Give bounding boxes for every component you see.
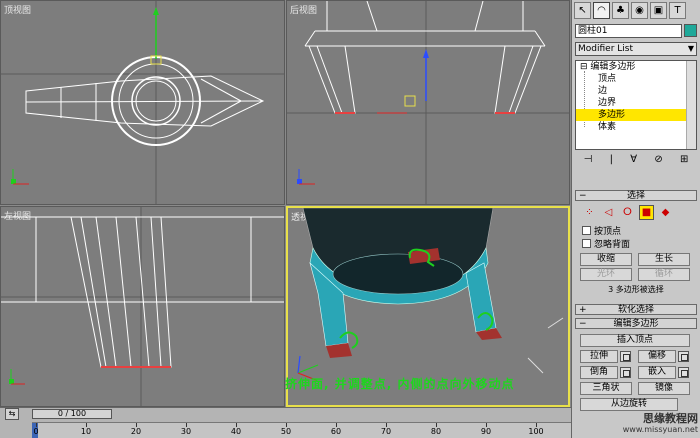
timeline-tick-label: 50: [280, 427, 292, 436]
soft-selection-rollout-header[interactable]: + 软化选择: [575, 304, 697, 315]
timeline-tick-label: 0: [33, 427, 39, 436]
modifier-list-dropdown[interactable]: Modifier List ▼: [575, 42, 697, 56]
viewport-back[interactable]: 后视图: [286, 0, 570, 205]
viewport-left[interactable]: 左视图: [0, 206, 285, 407]
element-mode-icon[interactable]: ◆: [658, 205, 673, 220]
timeline-tick-label: 80: [430, 427, 442, 436]
pin-stack-icon[interactable]: ⊣: [584, 154, 593, 170]
timeline-tick-label: 100: [528, 427, 544, 436]
shrink-button[interactable]: 收缩: [580, 253, 632, 266]
chevron-down-icon: ▼: [687, 44, 694, 53]
stack-item-edge[interactable]: 边: [576, 85, 696, 97]
outline-button[interactable]: 偏移: [638, 350, 676, 363]
left-wireframe: [1, 207, 284, 406]
extrude-button[interactable]: 拉伸: [580, 350, 618, 363]
by-vertex-checkbox[interactable]: 按顶点: [582, 224, 621, 237]
configure-sets-icon[interactable]: ⊞: [680, 154, 688, 170]
remove-modifier-icon[interactable]: ⊘: [654, 154, 662, 170]
selection-rollout-header[interactable]: − 选择: [575, 190, 697, 201]
grow-button[interactable]: 生长: [638, 253, 690, 266]
viewport-top[interactable]: 顶视图: [0, 0, 285, 205]
border-mode-icon[interactable]: ⵔ: [620, 205, 635, 220]
timeline-tick-label: 60: [330, 427, 342, 436]
command-panel: ↖ ◠ ♣ ◉ ▣ T 圆柱01 Modifier List ▼ ⊟ 编辑多边形…: [571, 0, 700, 438]
edit-polygons-rollout-header[interactable]: − 编辑多边形: [575, 318, 697, 329]
stack-item-polygon[interactable]: 多边形: [576, 109, 696, 121]
triangulate-button[interactable]: 三角状: [580, 382, 632, 395]
front-wireframe: [287, 1, 569, 204]
timeline-tick-label: 70: [380, 427, 392, 436]
timeline-bar: ⇆ 0 / 100 0 10 20 30 40 50 60 70 80 90 100: [0, 407, 571, 438]
timeline-tick-label: 40: [230, 427, 242, 436]
insert-vertex-button[interactable]: 插入顶点: [580, 334, 690, 347]
hinge-from-edge-button[interactable]: 从边旋转: [580, 398, 678, 411]
track-bar[interactable]: 0 10 20 30 40 50 60 70 80 90 100: [32, 422, 571, 438]
hierarchy-tab-icon[interactable]: ♣: [612, 2, 629, 19]
vertex-mode-icon[interactable]: ⁘: [582, 205, 597, 220]
stack-item-edit-poly[interactable]: ⊟ 编辑多边形: [576, 61, 696, 73]
display-tab-icon[interactable]: ▣: [650, 2, 667, 19]
stack-item-vertex[interactable]: 顶点: [576, 73, 696, 85]
timeline-tick-label: 10: [80, 427, 92, 436]
make-unique-icon[interactable]: ∀: [630, 154, 637, 170]
watermark: 思缘教程网 www.missyuan.net: [623, 413, 698, 435]
subobject-icons: ⁘ ◁ ⵔ ■ ◆: [582, 205, 673, 220]
create-tab-icon[interactable]: ↖: [574, 2, 591, 19]
inset-button[interactable]: 嵌入: [638, 366, 676, 379]
flip-button[interactable]: 镜像: [638, 382, 690, 395]
outline-settings-button[interactable]: [678, 351, 689, 362]
bevel-settings-button[interactable]: [620, 367, 631, 378]
loop-button[interactable]: 循环: [638, 268, 690, 281]
selection-status: 3 多边形被选择: [608, 285, 664, 294]
polygon-mode-icon[interactable]: ■: [639, 205, 654, 220]
motion-tab-icon[interactable]: ◉: [631, 2, 648, 19]
time-config-icon[interactable]: ⇆: [5, 408, 19, 420]
top-wireframe: [1, 1, 284, 204]
command-tabs: ↖ ◠ ♣ ◉ ▣ T: [572, 0, 700, 22]
watermark-url: www.missyuan.net: [622, 425, 698, 434]
show-end-result-icon[interactable]: |: [610, 154, 613, 170]
extrude-settings-button[interactable]: [620, 351, 631, 362]
modify-tab-icon[interactable]: ◠: [593, 2, 610, 19]
stack-toolbar: ⊣ | ∀ ⊘ ⊞: [575, 154, 697, 170]
edge-mode-icon[interactable]: ◁: [601, 205, 616, 220]
stack-item-element[interactable]: 体素: [576, 121, 696, 133]
object-color-swatch[interactable]: [684, 24, 697, 37]
bevel-button[interactable]: 倒角: [580, 366, 618, 379]
ring-button[interactable]: 光环: [580, 268, 632, 281]
stack-scrollbar[interactable]: [686, 61, 696, 149]
modifier-stack[interactable]: ⊟ 编辑多边形 顶点 边 边界 多边形 体素: [575, 60, 697, 150]
utilities-tab-icon[interactable]: T: [669, 2, 686, 19]
timeline-tick-label: 90: [480, 427, 492, 436]
time-slider[interactable]: 0 / 100: [32, 409, 112, 419]
stack-item-border[interactable]: 边界: [576, 97, 696, 109]
object-name-field[interactable]: 圆柱01: [575, 24, 682, 38]
modifier-list-label: Modifier List: [578, 44, 633, 54]
timeline-tick-label: 20: [130, 427, 142, 436]
inset-settings-button[interactable]: [678, 367, 689, 378]
ignore-backfacing-checkbox[interactable]: 忽略背面: [582, 237, 630, 250]
watermark-title: 思缘教程网: [643, 412, 698, 425]
tutorial-caption: 挤伸面, 并调整点, 内侧的点向外移动点: [285, 377, 515, 391]
timeline-tick-label: 30: [180, 427, 192, 436]
